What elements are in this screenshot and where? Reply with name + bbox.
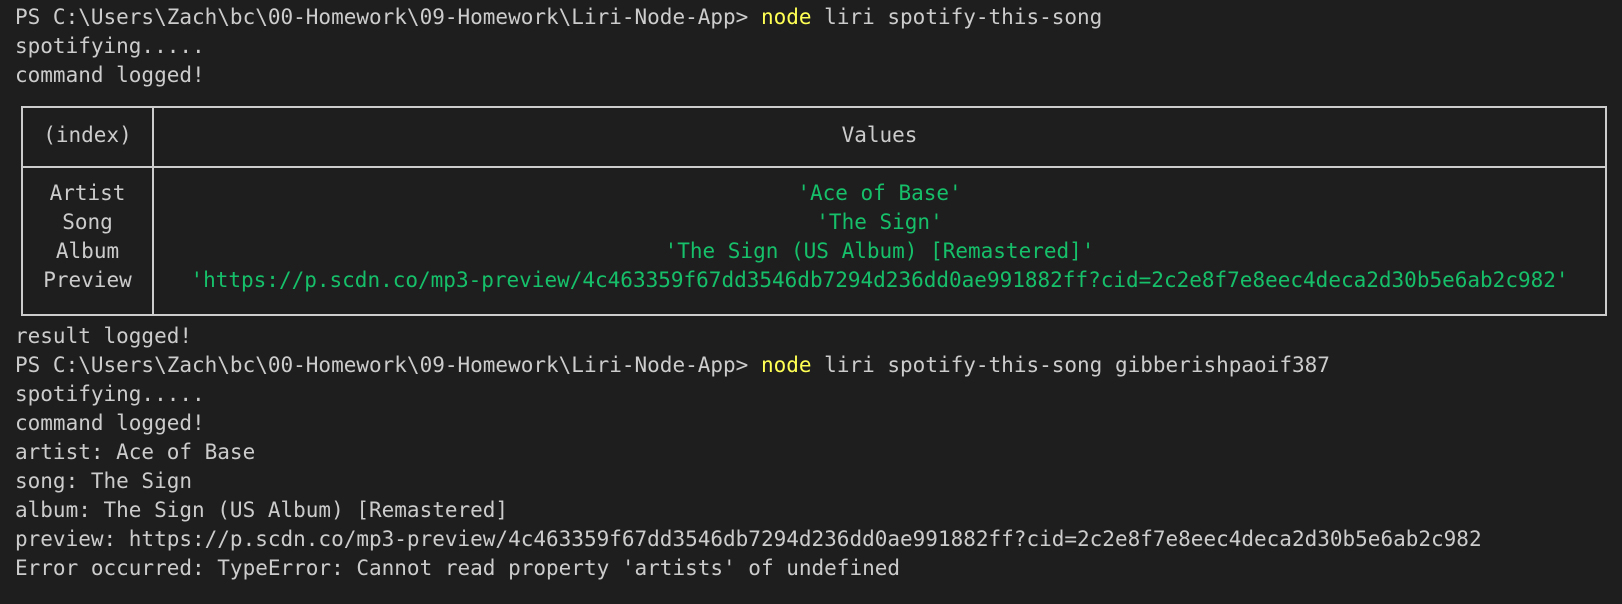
table-row-value: 'https://p.scdn.co/mp3-preview/4c463359f… <box>190 268 1569 292</box>
error-line: Error occurred: TypeError: Cannot read p… <box>15 556 901 580</box>
terminal-line-command-2: PS C:\Users\Zach\bc\00-Homework\09-Homew… <box>15 350 1330 380</box>
table-row-index: Artist <box>49 181 126 205</box>
table-row-index: Album <box>55 239 120 263</box>
output-line: preview: https://p.scdn.co/mp3-preview/4… <box>15 527 1482 551</box>
output-line: spotifying..... <box>15 382 205 406</box>
output-line: album: The Sign (US Album) [Remastered] <box>15 498 509 522</box>
output-line: artist: Ace of Base <box>15 440 256 464</box>
output-line: command logged! <box>15 63 205 87</box>
table-header-index: (index) <box>43 123 132 147</box>
table-row-value: 'The Sign' <box>816 210 943 234</box>
table-row-index: Song <box>62 210 113 234</box>
table-header-values: Values <box>841 123 918 147</box>
terminal-line-command-1: PS C:\Users\Zach\bc\00-Homework\09-Homew… <box>15 2 1102 32</box>
table-header-divider <box>23 166 1605 168</box>
command-keyword: node <box>760 353 812 377</box>
prompt: PS C:\Users\Zach\bc\00-Homework\09-Homew… <box>15 5 761 29</box>
command-args: liri spotify-this-song gibberishpaoif387 <box>811 353 1330 377</box>
output-line: result logged! <box>15 324 193 348</box>
table-row-value: 'Ace of Base' <box>797 181 962 205</box>
command-args: liri spotify-this-song <box>811 5 1103 29</box>
output-line: song: The Sign <box>15 469 193 493</box>
command-keyword: node <box>760 5 812 29</box>
prompt: PS C:\Users\Zach\bc\00-Homework\09-Homew… <box>15 353 761 377</box>
table-row-index: Preview <box>43 268 132 292</box>
console-table: (index) Values Artist 'Ace of Base' Song… <box>21 106 1607 316</box>
table-row-value: 'The Sign (US Album) [Remastered]' <box>664 239 1095 263</box>
output-line: command logged! <box>15 411 205 435</box>
output-line: spotifying..... <box>15 34 205 58</box>
